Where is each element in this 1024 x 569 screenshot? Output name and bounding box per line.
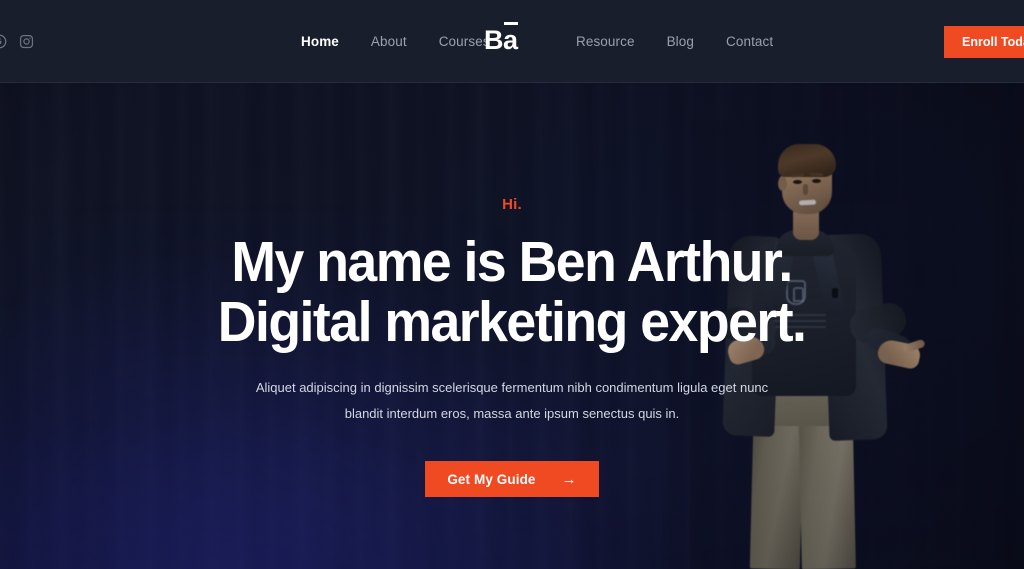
enroll-today-button[interactable]: Enroll Today	[944, 26, 1024, 58]
hero-eyebrow: Hi.	[502, 196, 522, 213]
hero-subtitle-line-2: blandit interdum eros, massa ante ipsum …	[344, 406, 680, 422]
logo-letter-a-macron: a	[503, 22, 518, 55]
nav-item-resource[interactable]: Resource	[560, 34, 651, 49]
hero-subtitle: Aliquet adipiscing in dignissim sceleris…	[256, 375, 768, 428]
cta-label: Get My Guide	[447, 471, 536, 487]
nav-item-about[interactable]: About	[355, 34, 423, 49]
instagram-icon[interactable]	[19, 34, 34, 49]
hero-section: Hi. My name is Ben Arthur. Digital marke…	[0, 0, 1024, 569]
primary-nav-left: Home About Courses	[285, 34, 506, 49]
hero-title-line-2: Digital marketing expert.	[218, 290, 807, 355]
nav-item-contact[interactable]: Contact	[710, 34, 789, 49]
landing-page: Hi. My name is Ben Arthur. Digital marke…	[0, 0, 1024, 569]
site-header: Home About Courses Ba Resource Blog Cont…	[0, 0, 1024, 83]
nav-item-blog[interactable]: Blog	[651, 34, 710, 49]
nav-item-home[interactable]: Home	[285, 34, 355, 49]
page-title: My name is Ben Arthur. Digital marketing…	[218, 230, 807, 355]
facebook-icon[interactable]	[0, 34, 7, 49]
get-my-guide-button[interactable]: Get My Guide →	[425, 461, 599, 498]
social-links	[0, 34, 34, 49]
logo-letter-b: B	[484, 25, 504, 55]
hero-subtitle-line-1: Aliquet adipiscing in dignissim sceleris…	[255, 379, 769, 395]
primary-nav-right: Resource Blog Contact	[560, 34, 789, 49]
hero-title-line-1: My name is Ben Arthur.	[231, 230, 794, 294]
site-logo[interactable]: Ba	[484, 22, 518, 55]
arrow-right-icon: →	[561, 470, 577, 488]
